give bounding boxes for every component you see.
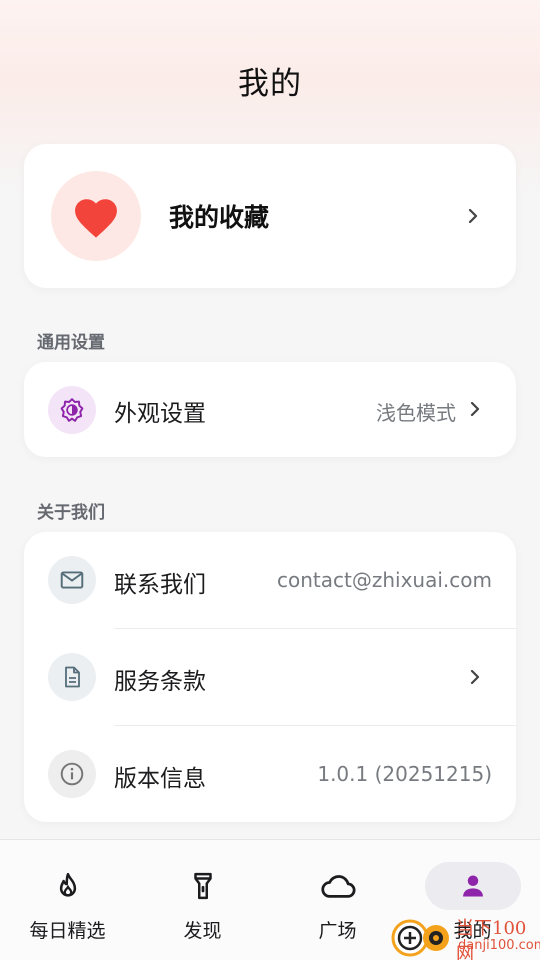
version-info-row[interactable]: 版本信息 1.0.1 (20251215) [24,726,516,823]
about-card: 联系我们 contact@zhixuai.com 服务条款 版本信息 1.0.1 [24,532,516,822]
section-title-general: 通用设置 [37,333,105,353]
section-title-about: 关于我们 [37,503,105,523]
cloud-icon [320,868,356,904]
heart-icon [75,199,117,238]
watermark-url: danji100.com [458,938,540,953]
page-title: 我的 [238,66,302,102]
info-icon-circle [48,750,96,798]
mail-icon-circle [48,556,96,604]
tab-label: 发现 [183,920,222,942]
version-info-label: 版本信息 [114,766,206,792]
info-icon [60,762,84,786]
chevron-right-icon [470,670,480,684]
watermark-logo-icon [391,919,449,957]
appearance-settings-row[interactable]: 外观设置 浅色模式 [24,362,516,457]
chevron-right-icon [468,209,478,223]
watermark: 当下100网 danji100.com [390,912,540,960]
terms-of-service-label: 服务条款 [114,669,206,695]
appearance-settings-label: 外观设置 [114,401,206,427]
terms-of-service-row[interactable]: 服务条款 [24,629,516,726]
tab-label: 每日精选 [29,920,106,942]
favorites-label: 我的收藏 [169,203,270,232]
watermark-brand: 当下100网 [456,918,527,960]
contact-us-row[interactable]: 联系我们 contact@zhixuai.com [24,532,516,629]
flame-icon [50,868,86,904]
appearance-icon-circle [48,386,96,434]
version-info-value: 1.0.1 (20251215) [317,762,492,786]
flashlight-icon [185,868,221,904]
brightness-icon [60,398,84,422]
document-icon-circle [48,653,96,701]
favorites-icon-circle [51,171,141,261]
tab-discover[interactable]: 发现 [135,840,270,960]
contact-email-value: contact@zhixuai.com [277,568,492,592]
tab-daily-picks[interactable]: 每日精选 [0,840,135,960]
tab-square[interactable]: 广场 [270,840,405,960]
document-icon [65,666,80,688]
favorites-card[interactable]: 我的收藏 [24,144,516,288]
appearance-settings-value: 浅色模式 [376,401,456,425]
tab-label: 广场 [318,920,357,942]
general-settings-card: 外观设置 浅色模式 [24,362,516,457]
person-icon [455,868,491,904]
mail-icon [60,571,84,589]
chevron-right-icon [470,402,480,416]
contact-us-label: 联系我们 [114,572,206,598]
